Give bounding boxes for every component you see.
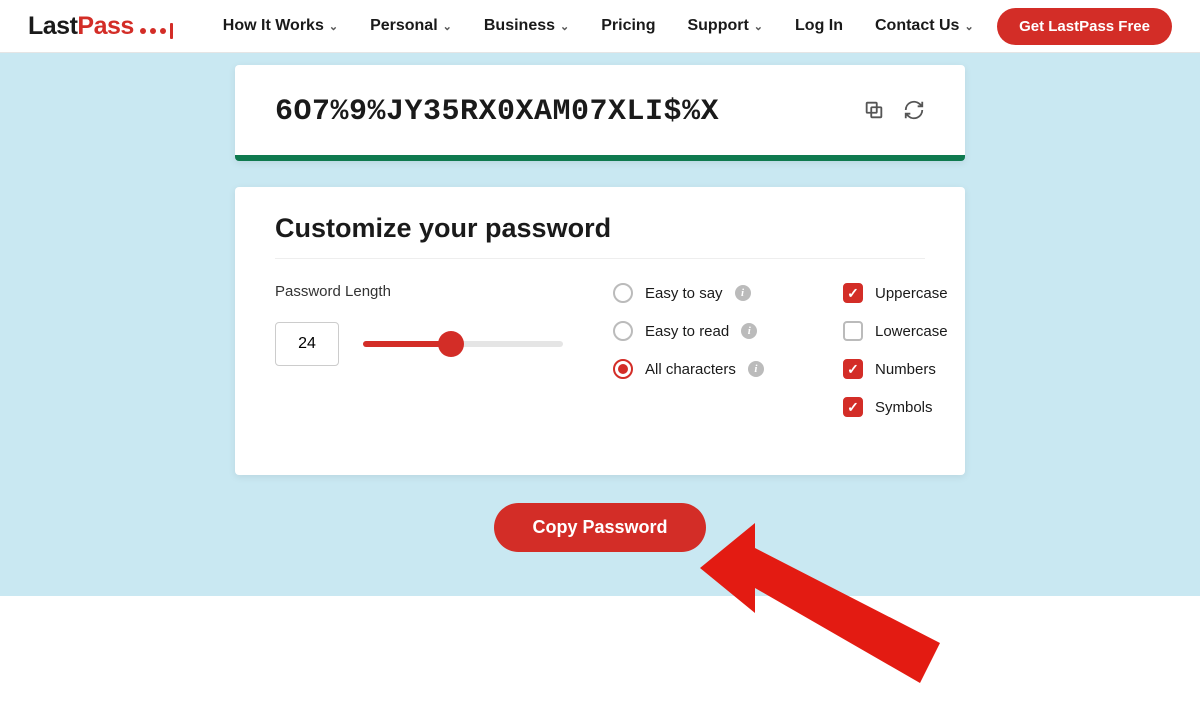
nav-how-it-works[interactable]: How It Works⌄: [223, 17, 338, 35]
check-numbers[interactable]: [843, 359, 863, 379]
info-icon[interactable]: i: [748, 361, 764, 377]
annotation-arrow-icon: [700, 523, 960, 723]
chevron-down-icon: ⌄: [329, 20, 338, 33]
radio-all-chars[interactable]: [613, 359, 633, 379]
length-slider[interactable]: [363, 341, 563, 347]
nav-login[interactable]: Log In: [795, 17, 843, 35]
check-lowercase-label: Lowercase: [875, 323, 948, 340]
radio-easy-say[interactable]: [613, 283, 633, 303]
slider-thumb[interactable]: [438, 331, 464, 357]
copy-password-button[interactable]: Copy Password: [494, 503, 705, 552]
chevron-down-icon: ⌄: [443, 20, 452, 33]
logo[interactable]: LastPass: [28, 12, 173, 41]
chevron-down-icon: ⌄: [964, 20, 973, 33]
generated-password[interactable]: 6O7%9%JY35RX0XAM07XLI$%X: [275, 95, 863, 129]
radio-all-chars-label: All characters: [645, 361, 736, 378]
chevron-down-icon: ⌄: [754, 20, 763, 33]
charset-radios: Easy to say i Easy to read i All charact…: [613, 283, 793, 435]
check-uppercase[interactable]: [843, 283, 863, 303]
nav-contact[interactable]: Contact Us⌄: [875, 17, 974, 35]
get-lastpass-button[interactable]: Get LastPass Free: [997, 8, 1172, 45]
logo-text-last: Last: [28, 12, 77, 41]
nav-personal[interactable]: Personal⌄: [370, 17, 452, 35]
info-icon[interactable]: i: [735, 285, 751, 301]
nav-business[interactable]: Business⌄: [484, 17, 569, 35]
check-symbols[interactable]: [843, 397, 863, 417]
top-nav: LastPass How It Works⌄ Personal⌄ Busines…: [0, 0, 1200, 53]
options-title: Customize your password: [275, 213, 925, 259]
logo-dots-icon: [140, 23, 173, 39]
generator-stage: 6O7%9%JY35RX0XAM07XLI$%X Customize your …: [0, 53, 1200, 596]
regenerate-icon[interactable]: [903, 99, 925, 126]
check-symbols-label: Symbols: [875, 399, 933, 416]
chevron-down-icon: ⌄: [560, 20, 569, 33]
check-numbers-label: Numbers: [875, 361, 936, 378]
password-actions: [863, 99, 925, 126]
length-column: Password Length: [275, 283, 563, 435]
password-display-card: 6O7%9%JY35RX0XAM07XLI$%X: [235, 65, 965, 161]
radio-easy-read[interactable]: [613, 321, 633, 341]
length-label: Password Length: [275, 283, 563, 300]
charclass-checks: Uppercase Lowercase Numbers Symbols: [843, 283, 983, 435]
nav-support[interactable]: Support⌄: [687, 17, 763, 35]
length-input[interactable]: [275, 322, 339, 366]
check-uppercase-label: Uppercase: [875, 285, 948, 302]
nav-links: How It Works⌄ Personal⌄ Business⌄ Pricin…: [223, 17, 981, 35]
logo-text-pass: Pass: [77, 12, 133, 41]
options-card: Customize your password Password Length …: [235, 187, 965, 475]
info-icon[interactable]: i: [741, 323, 757, 339]
radio-easy-say-label: Easy to say: [645, 285, 723, 302]
copy-icon[interactable]: [863, 99, 885, 126]
check-lowercase[interactable]: [843, 321, 863, 341]
radio-easy-read-label: Easy to read: [645, 323, 729, 340]
nav-pricing[interactable]: Pricing: [601, 17, 655, 35]
